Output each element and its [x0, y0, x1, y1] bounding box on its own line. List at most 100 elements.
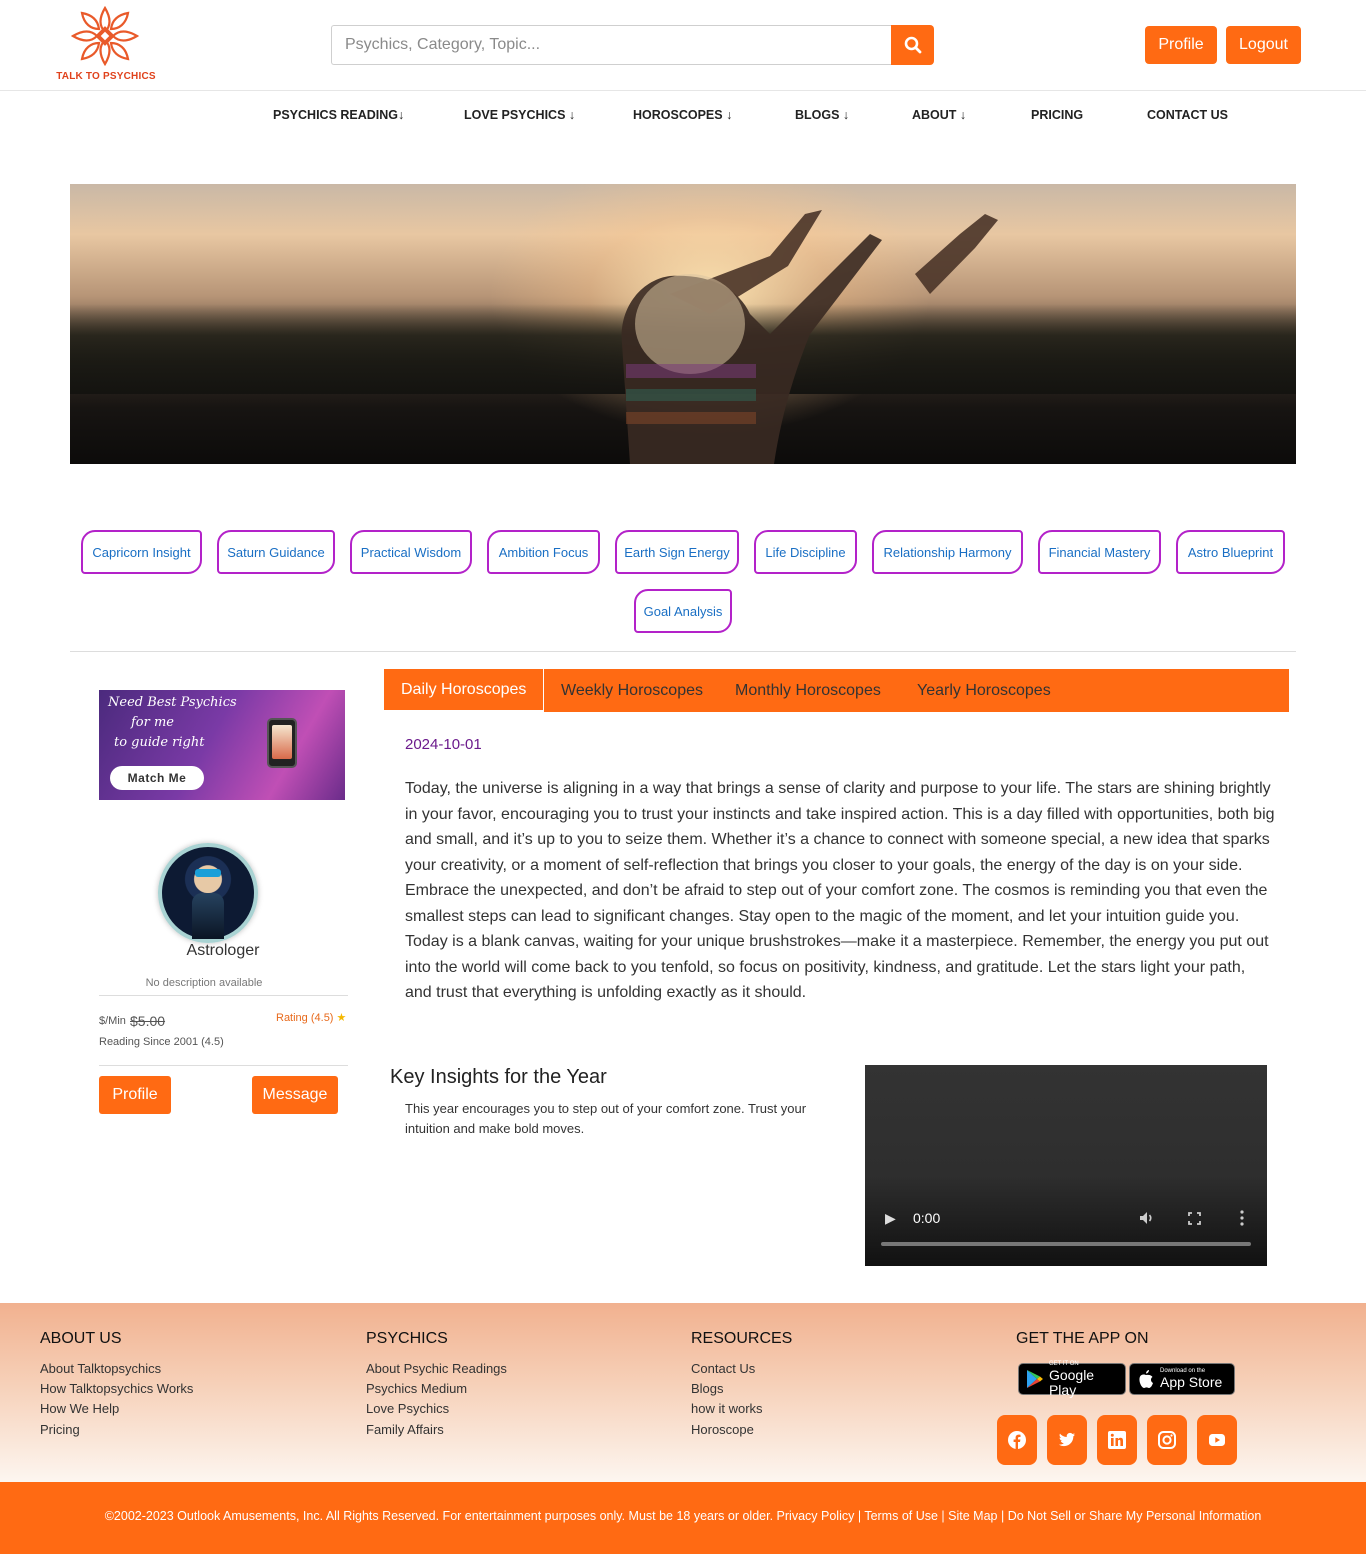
privacy-policy-link[interactable]: Privacy Policy — [777, 1509, 855, 1523]
tag-financial-mastery[interactable]: Financial Mastery — [1038, 530, 1161, 574]
logo-text: TALK TO PSYCHICS — [56, 71, 156, 82]
terms-of-use-link[interactable]: Terms of Use — [864, 1509, 938, 1523]
astrologer-avatar[interactable] — [158, 843, 258, 943]
footer-resources-heading: RESOURCES — [691, 1330, 793, 1347]
price-unit: $/Min — [99, 1015, 126, 1027]
search-icon — [904, 36, 921, 54]
video-player[interactable]: ▶ 0:00 — [865, 1065, 1267, 1266]
play-icon[interactable]: ▶ — [885, 1210, 896, 1227]
copyright-line: ©2002-2023 Outlook Amusements, Inc. All … — [104, 1509, 1262, 1523]
footer-link-psychics-medium[interactable]: Psychics Medium — [366, 1381, 467, 1396]
more-options-icon[interactable] — [1240, 1210, 1244, 1226]
main-nav: PSYCHICS READING↓ LOVE PSYCHICS ↓ HOROSC… — [0, 108, 1366, 126]
price-value: $5.00 — [130, 1013, 166, 1029]
tag-earth-sign-energy[interactable]: Earth Sign Energy — [615, 530, 739, 574]
google-play-icon — [1026, 1370, 1043, 1388]
site-header: TALK TO PSYCHICS Profile Logout — [0, 0, 1366, 91]
avatar-glasses — [195, 869, 221, 877]
youtube-icon[interactable] — [1197, 1415, 1237, 1465]
site-map-link[interactable]: Site Map — [948, 1509, 997, 1523]
footer-link-horoscope[interactable]: Horoscope — [691, 1422, 754, 1437]
psychic-description: No description available — [145, 977, 263, 989]
logout-button[interactable]: Logout — [1226, 26, 1301, 64]
footer-link-contact-us[interactable]: Contact Us — [691, 1361, 755, 1376]
footer-link-about-psychic-readings[interactable]: About Psychic Readings — [366, 1361, 507, 1376]
copyright-text: ©2002-2023 Outlook Amusements, Inc. All … — [104, 1509, 774, 1523]
footer-link-how-we-help[interactable]: How We Help — [40, 1401, 119, 1416]
lotus-logo-icon — [70, 5, 140, 67]
hero-figure — [621, 210, 998, 464]
search-input[interactable] — [331, 25, 892, 65]
card-divider-top — [99, 995, 348, 996]
tag-astro-blueprint[interactable]: Astro Blueprint — [1176, 530, 1285, 574]
ad-line-1: Need Best Psychics — [108, 695, 237, 710]
footer-link-love-psychics[interactable]: Love Psychics — [366, 1401, 449, 1416]
footer-link-family-affairs[interactable]: Family Affairs — [366, 1422, 444, 1437]
ad-line-2: for me — [131, 715, 175, 730]
psychic-profile-button[interactable]: Profile — [99, 1076, 171, 1114]
volume-icon[interactable] — [1139, 1211, 1155, 1225]
nav-about[interactable]: ABOUT ↓ — [912, 108, 966, 122]
header-profile-button[interactable]: Profile — [1145, 26, 1217, 64]
twitter-icon[interactable] — [1047, 1415, 1087, 1465]
app-store-badge[interactable]: Download on the App Store — [1129, 1363, 1235, 1395]
footer-about-heading: ABOUT US — [40, 1330, 122, 1347]
insights-title: Key Insights for the Year — [390, 1066, 607, 1088]
psychic-rating: Rating (4.5) ★ — [276, 1011, 346, 1024]
insights-text: This year encourages you to step out of … — [405, 1101, 807, 1136]
tag-practical-wisdom[interactable]: Practical Wisdom — [350, 530, 472, 574]
google-play-big: Google Play — [1048, 1366, 1095, 1398]
fullscreen-icon[interactable] — [1188, 1212, 1201, 1225]
phone-icon — [267, 718, 297, 768]
psychic-name: Astrologer — [186, 942, 260, 959]
footer-link-blogs[interactable]: Blogs — [691, 1381, 724, 1396]
section-divider — [70, 651, 1296, 652]
do-not-sell-link[interactable]: Do Not Sell or Share My Personal Informa… — [1008, 1509, 1262, 1523]
nav-contact-us[interactable]: CONTACT US — [1147, 108, 1228, 122]
facebook-icon[interactable] — [997, 1415, 1037, 1465]
tag-life-discipline[interactable]: Life Discipline — [754, 530, 857, 574]
video-time: 0:00 — [913, 1210, 941, 1226]
avatar-body — [192, 893, 224, 939]
tab-yearly-horoscopes[interactable]: Yearly Horoscopes — [917, 669, 1051, 712]
tag-goal-analysis[interactable]: Goal Analysis — [634, 589, 732, 633]
horoscope-text: Today, the universe is aligning in a way… — [405, 780, 1275, 1001]
nav-horoscopes[interactable]: HOROSCOPES ↓ — [633, 108, 732, 122]
psychic-message-button[interactable]: Message — [252, 1076, 338, 1114]
linkedin-icon[interactable] — [1097, 1415, 1137, 1465]
ad-line-3: to guide right — [114, 735, 205, 750]
nav-love-psychics[interactable]: LOVE PSYCHICS ↓ — [464, 108, 575, 122]
footer-app-heading: GET THE APP ON — [1016, 1330, 1149, 1347]
card-divider-bottom — [99, 1065, 348, 1066]
match-me-banner[interactable]: Need Best Psychics for me to guide right… — [99, 690, 345, 800]
rating-label: Rating (4.5) — [276, 1012, 334, 1024]
star-icon: ★ — [336, 1012, 347, 1024]
nav-blogs[interactable]: BLOGS ↓ — [795, 108, 849, 122]
horoscope-tabs: Daily Horoscopes Weekly Horoscopes Month… — [384, 669, 1289, 712]
tag-saturn-guidance[interactable]: Saturn Guidance — [217, 530, 335, 574]
tag-capricorn-insight[interactable]: Capricorn Insight — [81, 530, 202, 574]
horoscope-date: 2024-10-01 — [405, 736, 482, 753]
nav-psychics-reading[interactable]: PSYCHICS READING↓ — [273, 108, 404, 122]
tag-relationship-harmony[interactable]: Relationship Harmony — [872, 530, 1023, 574]
video-progress-bar[interactable] — [881, 1242, 1251, 1246]
google-play-badge[interactable]: GET IT ON Google Play — [1018, 1361, 1126, 1398]
instagram-icon[interactable] — [1147, 1415, 1187, 1465]
search-bar — [331, 25, 934, 65]
match-me-button[interactable]: Match Me — [110, 766, 204, 790]
hero-image — [70, 184, 1296, 464]
tab-weekly-horoscopes[interactable]: Weekly Horoscopes — [561, 669, 703, 712]
reading-since: Reading Since 2001 (4.5) — [99, 1036, 224, 1048]
tab-daily-horoscopes[interactable]: Daily Horoscopes — [384, 669, 545, 712]
tab-monthly-horoscopes[interactable]: Monthly Horoscopes — [735, 669, 881, 712]
search-button[interactable] — [891, 25, 934, 65]
apple-icon — [1139, 1370, 1153, 1388]
footer-link-how-it-works-resources[interactable]: how it works — [691, 1401, 763, 1416]
footer-link-about-talktopsychics[interactable]: About Talktopsychics — [40, 1361, 161, 1376]
app-store-big: App Store — [1160, 1374, 1223, 1390]
site-logo[interactable]: TALK TO PSYCHICS — [56, 2, 156, 84]
nav-pricing[interactable]: PRICING — [1031, 108, 1083, 122]
footer-link-pricing[interactable]: Pricing — [40, 1422, 80, 1437]
footer-link-how-it-works[interactable]: How Talktopsychics Works — [40, 1381, 193, 1396]
tag-ambition-focus[interactable]: Ambition Focus — [487, 530, 600, 574]
